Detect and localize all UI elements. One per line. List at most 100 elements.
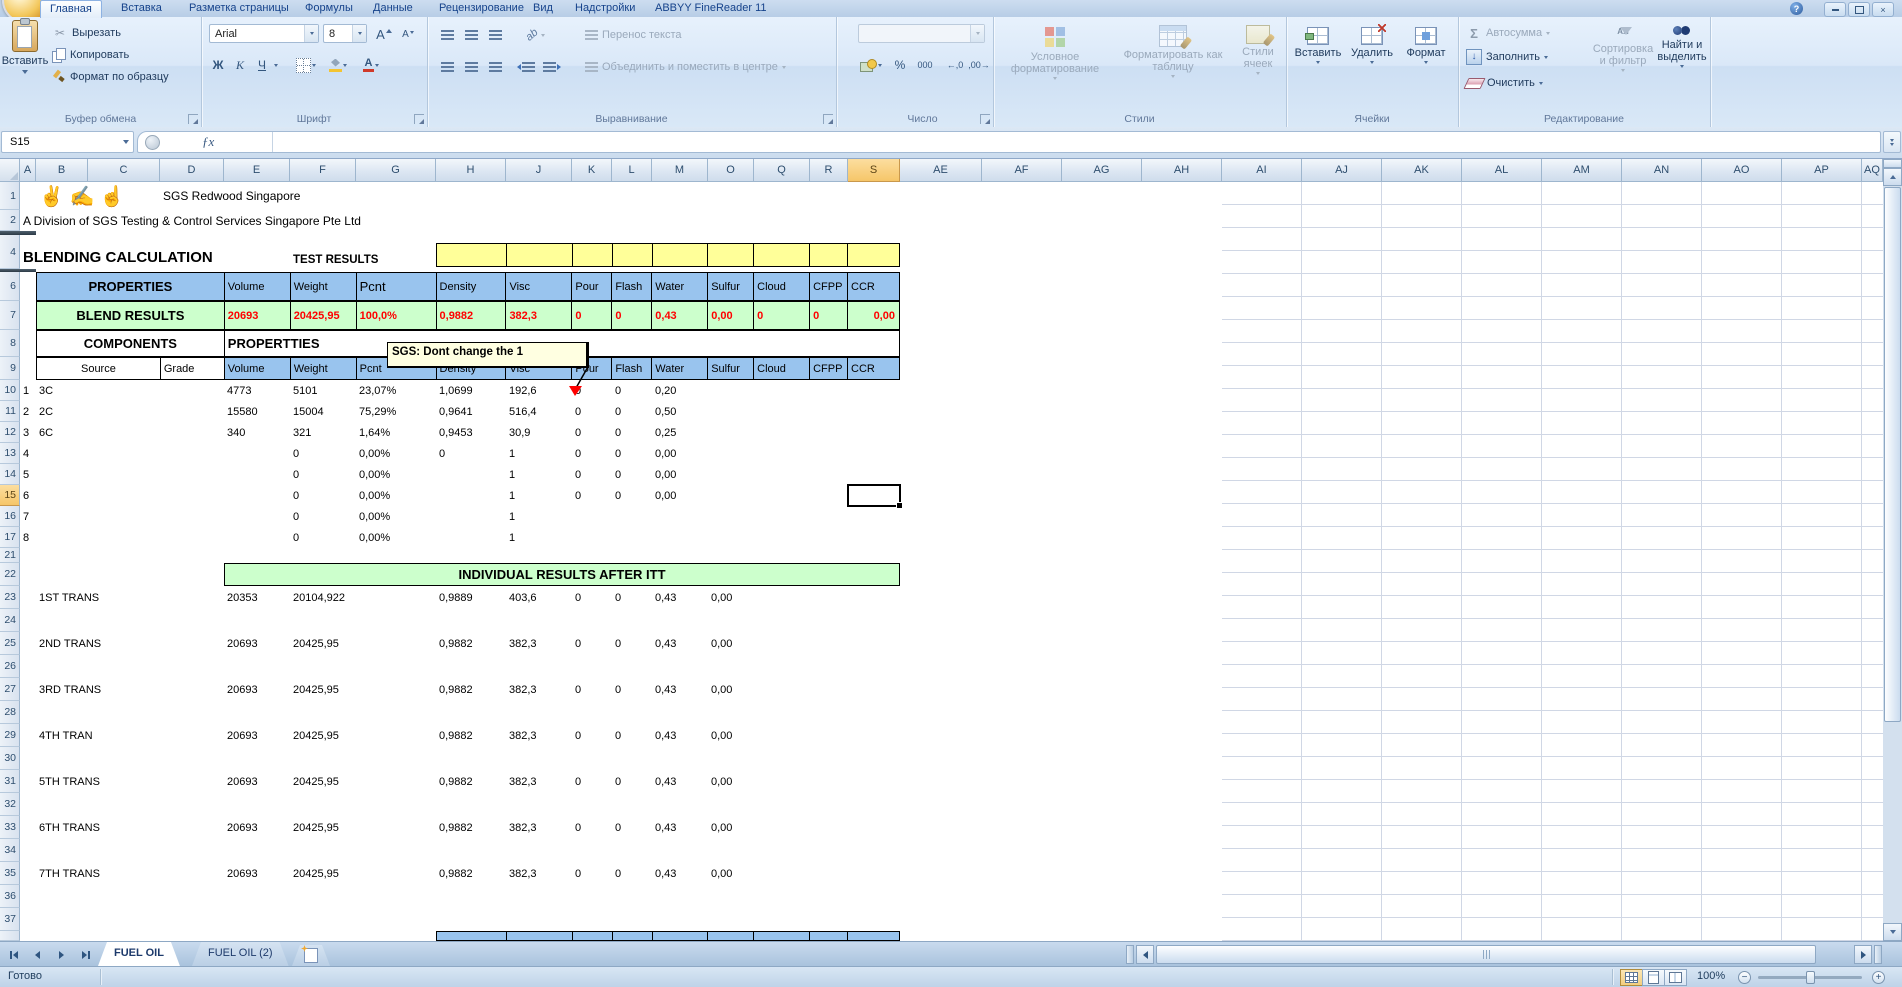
format-as-table-button[interactable]: Форматировать как таблицу <box>1115 25 1231 78</box>
underline-button[interactable]: Ч <box>253 55 271 75</box>
chevron-down-icon[interactable] <box>970 25 984 42</box>
clipboard-dialog-launcher[interactable] <box>188 114 198 124</box>
borders-button[interactable] <box>293 55 319 75</box>
split-handle[interactable] <box>1883 159 1902 168</box>
trans-row[interactable]: 6TH TRANS2069320425,950,9882382,3000,430… <box>20 816 900 839</box>
insert-function-icon[interactable]: ƒx <box>202 134 214 150</box>
fill-button[interactable]: ↓ Заполнить <box>1466 47 1548 67</box>
grade-header-cell[interactable]: Grade <box>161 357 225 380</box>
row-header[interactable]: 29 <box>0 724 20 747</box>
comma-style-button[interactable]: 000 <box>912 55 938 75</box>
conditional-formatting-button[interactable]: Условное форматирование <box>999 25 1111 80</box>
test-results-yellow-band[interactable] <box>436 243 900 267</box>
row-header[interactable]: 13 <box>0 443 20 464</box>
yellow-cell[interactable] <box>573 243 613 267</box>
component-row[interactable]: 800,00%1 <box>20 527 900 548</box>
row-header[interactable]: 21 <box>0 548 20 563</box>
trans-row[interactable]: 3RD TRANS2069320425,950,9882382,3000,430… <box>20 678 900 701</box>
align-middle-button[interactable] <box>461 25 481 45</box>
empty-gridlines-region[interactable] <box>1222 182 1883 941</box>
row-header[interactable]: 1 <box>0 182 20 210</box>
yellow-cell[interactable] <box>507 243 573 267</box>
blend-result-cell[interactable]: 0 <box>810 301 848 330</box>
header-cell[interactable]: Pcnt <box>357 272 437 301</box>
header-cell-clipped[interactable] <box>810 931 848 941</box>
source-header-cell[interactable]: Source <box>37 357 161 380</box>
row-header[interactable]: 35 <box>0 862 20 885</box>
component-row[interactable]: 400,00%01000,00 <box>20 443 900 464</box>
find-select-button[interactable]: Найти и выделить <box>1656 25 1708 68</box>
tab-split-handle[interactable] <box>1126 945 1134 964</box>
header-cell[interactable]: CCR <box>848 272 900 301</box>
header-cell[interactable]: Volume <box>225 272 291 301</box>
help-icon[interactable]: ? <box>1790 2 1803 15</box>
header-cell[interactable]: Pour <box>572 272 612 301</box>
zoom-in-button[interactable]: + <box>1872 971 1885 984</box>
clear-button[interactable]: Очистить <box>1466 73 1543 93</box>
column-header[interactable]: R <box>810 159 848 182</box>
header-cell[interactable]: CCR <box>848 357 900 380</box>
component-row[interactable]: 22C155801500475,29%0,9641516,4000,50 <box>20 401 900 422</box>
delete-cells-button[interactable]: Удалить <box>1346 27 1398 64</box>
column-header[interactable]: G <box>356 159 436 182</box>
trans-row[interactable]: 1ST TRANS2035320104,9220,9889403,6000,43… <box>20 586 900 609</box>
header-cell[interactable]: CFPP <box>810 272 848 301</box>
column-header[interactable]: F <box>290 159 356 182</box>
component-row[interactable]: 600,00%1000,00 <box>20 485 900 506</box>
chevron-down-icon[interactable] <box>352 25 366 42</box>
row-header[interactable]: 26 <box>0 655 20 678</box>
blending-title-cell[interactable]: BLENDING CALCULATION <box>20 235 290 269</box>
properties-header-row[interactable]: PROPERTIES Volume Weight Pcnt Density Vi… <box>36 272 900 301</box>
font-name-combo[interactable]: Arial <box>209 24 319 43</box>
align-left-button[interactable] <box>437 57 457 77</box>
number-format-combo[interactable] <box>858 24 985 43</box>
row-header[interactable]: 31 <box>0 770 20 793</box>
test-results-cell[interactable]: TEST RESULTS <box>290 235 436 269</box>
blend-result-cell[interactable]: 100,0% <box>357 301 437 330</box>
row-header[interactable]: 9 <box>0 357 20 380</box>
column-header[interactable]: Q <box>754 159 810 182</box>
component-row[interactable]: 13C4773510123,07%1,0699192,6000,20 <box>20 380 900 401</box>
header-cell[interactable]: CFPP <box>810 357 848 380</box>
column-header[interactable]: AG <box>1062 159 1142 182</box>
tab-view[interactable]: Вид <box>524 1 562 16</box>
column-header[interactable]: AF <box>982 159 1062 182</box>
header-cell-clipped[interactable] <box>613 931 653 941</box>
column-header[interactable]: J <box>506 159 572 182</box>
row-header[interactable]: 37 <box>0 908 20 931</box>
tab-home[interactable]: Главная <box>40 0 102 18</box>
tab-insert[interactable]: Вставка <box>112 1 171 16</box>
zoom-slider-thumb[interactable] <box>1806 971 1815 984</box>
scroll-down-button[interactable] <box>1883 923 1902 941</box>
align-bottom-button[interactable] <box>485 25 505 45</box>
blend-result-cell[interactable]: 0 <box>754 301 810 330</box>
blend-result-cell[interactable]: 382,3 <box>506 301 572 330</box>
align-right-button[interactable] <box>485 57 505 77</box>
column-header[interactable]: O <box>708 159 754 182</box>
sort-filter-button[interactable]: АЯ Сортировка и фильтр <box>1592 25 1654 72</box>
percent-style-button[interactable]: % <box>890 55 910 75</box>
blend-result-cell[interactable]: 0,00 <box>708 301 754 330</box>
blend-result-cell[interactable]: 0,9882 <box>437 301 507 330</box>
column-header[interactable]: AM <box>1542 159 1622 182</box>
row-header[interactable]: 23 <box>0 586 20 609</box>
tab-review[interactable]: Рецензирование <box>430 1 533 16</box>
row-header[interactable]: 4 <box>0 235 20 269</box>
zoom-level-label[interactable]: 100% <box>1697 970 1725 982</box>
select-all-corner[interactable] <box>0 159 20 182</box>
header-cell[interactable]: Density <box>437 272 507 301</box>
header-cell[interactable]: Cloud <box>754 357 810 380</box>
column-header[interactable]: L <box>612 159 652 182</box>
header-cell[interactable]: Weight <box>291 272 357 301</box>
fill-color-button[interactable] <box>325 55 351 75</box>
format-painter-button[interactable]: Формат по образцу <box>52 67 169 87</box>
company-title-cell[interactable]: SGS Redwood Singapore <box>160 182 436 210</box>
autosum-button[interactable]: Σ Автосумма <box>1466 23 1550 43</box>
row-header[interactable]: 16 <box>0 506 20 527</box>
column-header[interactable]: B <box>36 159 88 182</box>
individual-results-banner[interactable]: INDIVIDUAL RESULTS AFTER ITT <box>224 563 900 586</box>
row-header[interactable]: 2 <box>0 210 20 231</box>
vertical-scrollbar[interactable] <box>1883 159 1902 941</box>
horizontal-scroll-thumb[interactable] <box>1156 945 1816 964</box>
cut-button[interactable]: ✂ Вырезать <box>52 23 121 43</box>
